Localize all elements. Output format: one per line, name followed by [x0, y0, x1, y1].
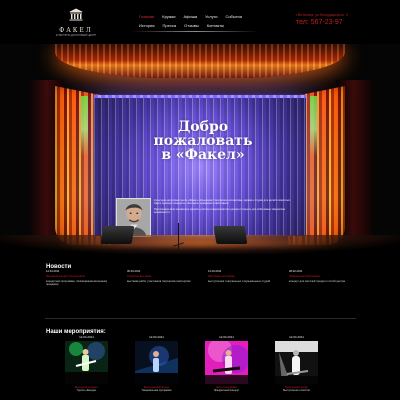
website-page: ФАКЕЛ КУЛЬТУРНО-ДОСУГОВЫЙ ЦЕНТР Главная …: [0, 0, 400, 400]
news-date: 30.03.2011: [127, 270, 141, 273]
left-stage-light: [81, 96, 88, 156]
welcome-title: Добро пожаловать в «Факел»: [128, 120, 278, 162]
event-card[interactable]: 12.04.2011 Шоу-программа Праздничный кон…: [204, 335, 249, 400]
logo-title: ФАКЕЛ: [59, 27, 93, 34]
event-card[interactable]: 12.04.2011 Весенний концерт Группа «Звез…: [64, 335, 109, 400]
events-gallery: 12.04.2011 Весенний концерт Группа «Звез…: [64, 335, 344, 400]
section-divider: [45, 318, 356, 319]
event-card[interactable]: 12.04.2011 Творческий вечер Выступление …: [274, 335, 319, 400]
nav-row-top: Главная Кружки Афиша Услуги События: [139, 13, 249, 20]
news-headline-link[interactable]: Праздничная программа: [289, 275, 359, 278]
description-paragraph-1: Культурно-досуговый центр «Факел» объеди…: [154, 199, 291, 206]
left-stage-monitor: [100, 226, 135, 244]
theater-building-icon: [69, 8, 83, 21]
news-item[interactable]: 12.03.2011 Фестиваль молодёжи выступлени…: [208, 270, 278, 318]
news-headline-link[interactable]: Весенний концерт коллективов: [46, 275, 116, 278]
event-description: Праздничный концерт: [213, 389, 240, 392]
news-headline-link[interactable]: Фестиваль молодёжи: [208, 275, 278, 278]
news-headline-link[interactable]: Открытие выставки: [127, 275, 197, 278]
blue-stage-image[interactable]: [135, 341, 178, 384]
news-summary: выступления театральных и музыкальных ст…: [208, 279, 271, 283]
news-summary: концертная программа, посвящённая весенн…: [46, 279, 108, 286]
event-date: 12.04.2011: [79, 335, 94, 339]
news-date: 28.02.2011: [289, 270, 303, 273]
event-description: Группа «Звезда»: [76, 389, 97, 392]
news-date: 12.04.2011: [46, 270, 60, 273]
stage-edge-glow: [55, 240, 345, 247]
logo-subtitle: КУЛЬТУРНО-ДОСУГОВЫЙ ЦЕНТР: [55, 34, 97, 37]
contact-info: г.Воткинск, ул.Володарского, 2 тел: 567-…: [296, 13, 354, 28]
news-item[interactable]: 12.04.2011 Весенний концерт коллективов …: [46, 270, 116, 318]
hero-stage: Добро пожаловать в «Факел» Культурно-дос…: [0, 44, 400, 254]
nav-reviews[interactable]: Отзывы: [184, 22, 199, 29]
nav-events[interactable]: События: [225, 13, 242, 20]
concert-guitarist-image[interactable]: [65, 341, 108, 384]
nav-row-bottom: История Пресса Отзывы Контакты: [139, 22, 249, 29]
event-date: 12.04.2011: [289, 335, 304, 339]
nav-home[interactable]: Главная: [139, 13, 154, 20]
event-description: Выступление солистов: [283, 389, 310, 392]
welcome-title-line2: в «Факел»: [161, 147, 245, 164]
event-date: 12.04.2011: [149, 335, 164, 339]
concert-guitarist-image-icon: [65, 341, 108, 384]
phone-number[interactable]: тел: 567-23-97: [296, 18, 354, 28]
nav-press[interactable]: Пресса: [163, 22, 177, 29]
nav-divider: [131, 31, 259, 32]
event-card[interactable]: 12.04.2011 Молодёжный вечер Танцевальная…: [134, 335, 179, 400]
site-logo[interactable]: ФАКЕЛ КУЛЬТУРНО-ДОСУГОВЫЙ ЦЕНТР: [52, 8, 100, 38]
nav-poster[interactable]: Афиша: [183, 13, 197, 20]
news-summary: выставка работ участников творческих мас…: [127, 279, 191, 283]
microphone-stand: [178, 223, 179, 250]
main-navigation: Главная Кружки Афиша Услуги События Исто…: [139, 13, 249, 29]
news-list: 12.04.2011 Весенний концерт коллективов …: [46, 270, 346, 318]
description-paragraph-2: Приглашаем всех желающих принять участие…: [154, 207, 286, 215]
news-item[interactable]: 28.02.2011 Праздничная программа концерт…: [289, 270, 359, 318]
news-date: 12.03.2011: [208, 270, 222, 273]
event-date: 12.04.2011: [219, 335, 234, 339]
nav-contacts[interactable]: Контакты: [207, 22, 224, 29]
pink-stage-image-icon: [205, 341, 248, 384]
stage-valance: [55, 44, 345, 78]
news-item[interactable]: 30.03.2011 Открытие выставки выставка ра…: [127, 270, 197, 318]
black-white-performer-image-icon: [275, 341, 318, 384]
event-description: Танцевальная программа: [141, 389, 172, 392]
right-stage-monitor: [213, 226, 248, 244]
blue-stage-image-icon: [135, 341, 178, 384]
site-header: ФАКЕЛ КУЛЬТУРНО-ДОСУГОВЫЙ ЦЕНТР Главная …: [0, 0, 400, 44]
nav-history[interactable]: История: [139, 22, 155, 29]
black-white-performer-image[interactable]: [275, 341, 318, 384]
welcome-title-line1: Добро пожаловать: [153, 119, 253, 150]
nav-clubs[interactable]: Кружки: [162, 13, 175, 20]
news-summary: концерт для жителей города и гостей цент…: [289, 279, 345, 283]
right-stage-light: [310, 96, 317, 156]
nav-services[interactable]: Услуги: [205, 13, 217, 20]
pink-stage-image[interactable]: [205, 341, 248, 384]
